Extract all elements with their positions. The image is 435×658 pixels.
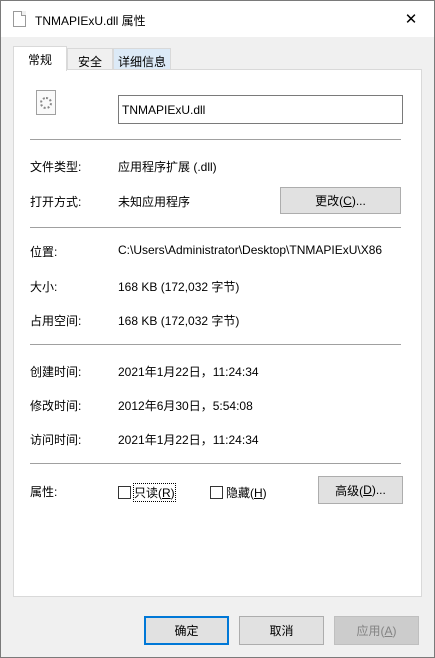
attributes-label: 属性: bbox=[30, 485, 58, 499]
location-label: 位置: bbox=[30, 245, 58, 259]
tab-general[interactable]: 常规 bbox=[13, 46, 67, 71]
gear-icon bbox=[40, 97, 52, 109]
modified-label: 修改时间: bbox=[30, 399, 82, 413]
readonly-checkbox-label: 只读(R) bbox=[133, 483, 176, 502]
cancel-button[interactable]: 取消 bbox=[239, 616, 324, 645]
hidden-prefix: 隐藏( bbox=[226, 486, 254, 500]
cancel-label: 取消 bbox=[269, 624, 294, 638]
divider bbox=[30, 344, 401, 345]
file-name-input[interactable] bbox=[118, 95, 403, 124]
ok-button[interactable]: 确定 bbox=[144, 616, 229, 645]
location-value: C:\Users\Administrator\Desktop\TNMAPIExU… bbox=[118, 243, 383, 257]
change-button[interactable]: 更改(C)... bbox=[280, 187, 401, 214]
readonly-checkbox-box[interactable] bbox=[118, 486, 131, 499]
tab-security[interactable]: 安全 bbox=[67, 48, 113, 70]
close-button[interactable]: ✕ bbox=[394, 6, 428, 32]
change-button-prefix: 更改( bbox=[315, 194, 344, 208]
ok-label: 确定 bbox=[174, 624, 199, 638]
dll-file-gear-icon bbox=[36, 90, 56, 115]
advanced-button[interactable]: 高级(D)... bbox=[318, 476, 403, 504]
dll-file-icon bbox=[13, 11, 26, 27]
modified-value: 2012年6月30日，5:54:08 bbox=[118, 399, 253, 413]
readonly-prefix: 只读( bbox=[134, 486, 162, 500]
size-on-disk-value: 168 KB (172,032 字节) bbox=[118, 314, 240, 328]
accessed-value: 2021年1月22日，11:24:34 bbox=[118, 433, 259, 447]
created-label: 创建时间: bbox=[30, 365, 82, 379]
hidden-checkbox[interactable]: 隐藏(H) bbox=[210, 484, 267, 501]
hidden-suffix: ) bbox=[262, 486, 267, 500]
accessed-label: 访问时间: bbox=[30, 433, 82, 447]
readonly-suffix: ) bbox=[170, 486, 175, 500]
file-type-value: 应用程序扩展 (.dll) bbox=[118, 160, 217, 174]
apply-button[interactable]: 应用(A) bbox=[334, 616, 419, 645]
advanced-key: D bbox=[363, 483, 372, 497]
properties-dialog: TNMAPIExU.dll 属性 ✕ 常规 安全 详细信息 文件类型: 应用程序… bbox=[0, 0, 435, 658]
size-value: 168 KB (172,032 字节) bbox=[118, 280, 240, 294]
close-icon: ✕ bbox=[404, 10, 418, 28]
divider bbox=[30, 139, 401, 140]
opens-with-value: 未知应用程序 bbox=[118, 195, 191, 209]
general-panel: 文件类型: 应用程序扩展 (.dll) 打开方式: 未知应用程序 更改(C)..… bbox=[13, 69, 422, 597]
divider bbox=[30, 463, 401, 464]
opens-with-label: 打开方式: bbox=[30, 195, 82, 209]
size-label: 大小: bbox=[30, 280, 58, 294]
file-type-label: 文件类型: bbox=[30, 160, 82, 174]
change-button-key: C bbox=[343, 193, 352, 208]
advanced-suffix: )... bbox=[371, 483, 386, 497]
readonly-key: R bbox=[162, 486, 171, 500]
apply-prefix: 应用( bbox=[356, 624, 385, 638]
created-value: 2021年1月22日，11:24:34 bbox=[118, 365, 259, 379]
title-bar: TNMAPIExU.dll 属性 ✕ bbox=[1, 1, 434, 37]
change-button-suffix: )... bbox=[351, 193, 366, 208]
divider bbox=[30, 227, 401, 228]
hidden-checkbox-box[interactable] bbox=[210, 486, 223, 499]
size-on-disk-label: 占用空间: bbox=[30, 314, 82, 328]
window-title: TNMAPIExU.dll 属性 bbox=[35, 14, 146, 28]
advanced-prefix: 高级( bbox=[335, 483, 364, 498]
hidden-key: H bbox=[254, 486, 263, 500]
readonly-checkbox[interactable]: 只读(R) bbox=[118, 483, 176, 502]
apply-suffix: ) bbox=[392, 623, 397, 638]
tab-details[interactable]: 详细信息 bbox=[113, 48, 171, 70]
apply-key: A bbox=[384, 623, 393, 638]
hidden-checkbox-label: 隐藏(H) bbox=[226, 484, 267, 501]
